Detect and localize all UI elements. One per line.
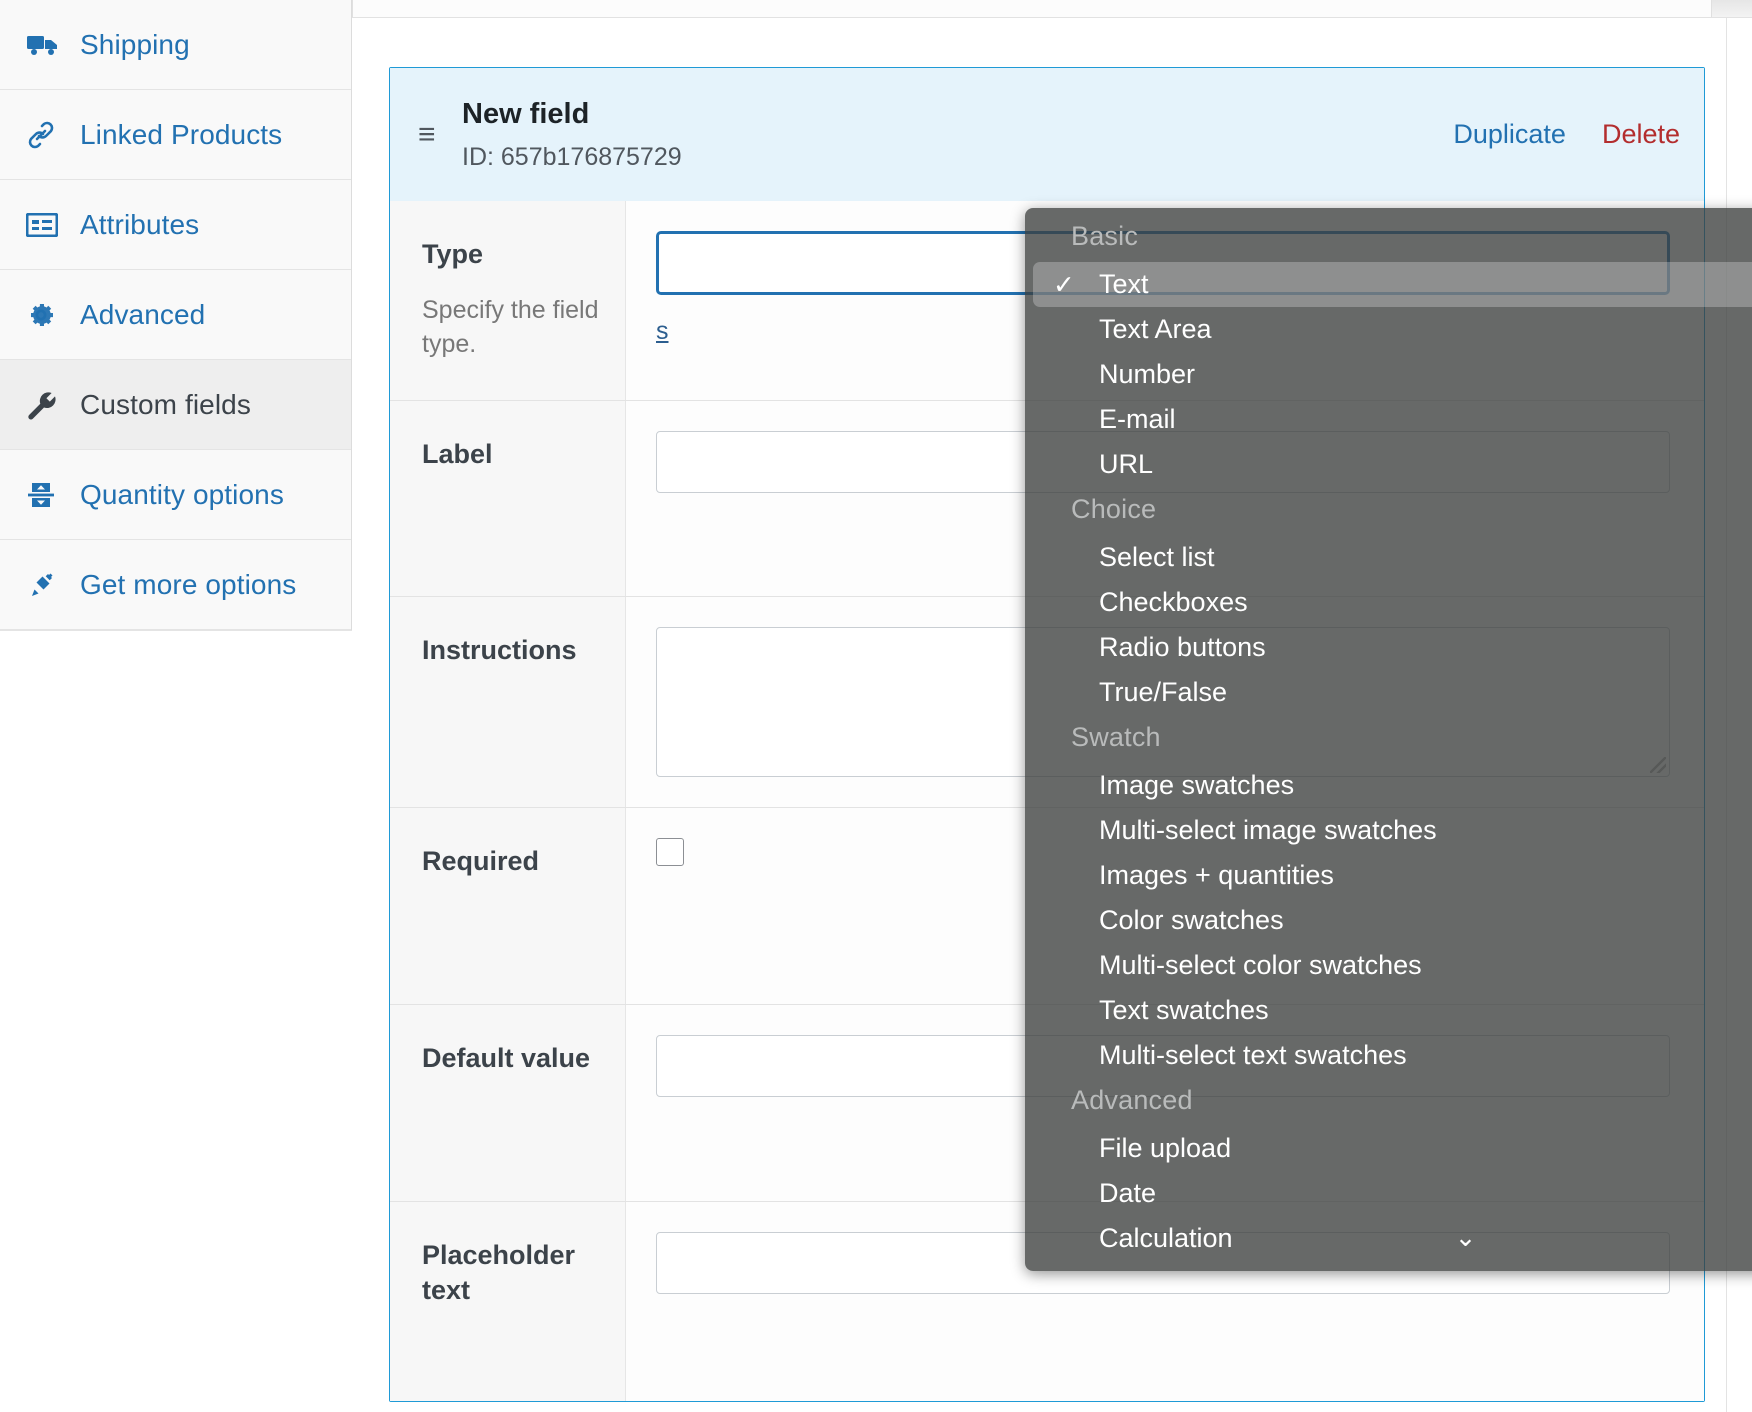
stepper-icon [26, 480, 64, 510]
dropdown-option-label: URL [1099, 451, 1153, 478]
field-row-label: Default value [422, 1041, 603, 1076]
field-row-label-cell: Label [390, 401, 626, 596]
dropdown-option-label: Text Area [1099, 316, 1212, 343]
app-root: Shipping Linked Products Attributes Advance… [0, 0, 1752, 1412]
dropdown-option-label: Radio buttons [1099, 634, 1266, 661]
sidebar-item-get-more-options[interactable]: Get more options [0, 540, 351, 630]
field-type-dropdown[interactable]: Basic ✓ Text Text Area Number E-mail URL Choice… [1025, 208, 1752, 1271]
dropdown-option-multi-select-image-swatches[interactable]: Multi-select image swatches [1025, 808, 1752, 853]
dropdown-option-radio-buttons[interactable]: Radio buttons [1025, 625, 1752, 670]
dropdown-option-true-false[interactable]: True/False [1025, 670, 1752, 715]
field-row-label-cell: Required [390, 808, 626, 1004]
dropdown-option-label: File upload [1099, 1135, 1231, 1162]
sidebar-item-advanced[interactable]: Advanced [0, 270, 351, 360]
field-row-label: Label [422, 437, 603, 472]
dropdown-option-checkboxes[interactable]: Checkboxes [1025, 580, 1752, 625]
dropdown-option-label: True/False [1099, 679, 1227, 706]
dropdown-option-url[interactable]: URL [1025, 442, 1752, 487]
dropdown-option-color-swatches[interactable]: Color swatches [1025, 898, 1752, 943]
sidebar-item-custom-fields[interactable]: Custom fields [0, 360, 351, 450]
list-box-icon [26, 210, 64, 240]
field-row-label-cell: Default value [390, 1005, 626, 1201]
field-row-label: Type [422, 237, 603, 272]
duplicate-button[interactable]: Duplicate [1453, 119, 1566, 150]
dropdown-option-text[interactable]: ✓ Text [1033, 262, 1752, 307]
required-checkbox[interactable] [656, 838, 684, 866]
dropdown-option-multi-select-color-swatches[interactable]: Multi-select color swatches [1025, 943, 1752, 988]
sidebar-item-label: Custom fields [80, 389, 251, 421]
field-card-header: ≡ New field ID: 657b176875729 Duplicate … [390, 68, 1704, 201]
dropdown-option-label: Color swatches [1099, 907, 1284, 934]
dropdown-group-label: Basic [1025, 214, 1752, 262]
dropdown-option-label: Number [1099, 361, 1195, 388]
dropdown-option-text-area[interactable]: Text Area [1025, 307, 1752, 352]
sidebar-item-label: Shipping [80, 29, 190, 61]
field-card-titles: New field ID: 657b176875729 [462, 98, 1453, 172]
sidebar-item-label: Attributes [80, 209, 199, 241]
dropdown-group-label: Advanced [1025, 1078, 1752, 1126]
dropdown-option-label: Multi-select text swatches [1099, 1042, 1407, 1069]
dropdown-option-multi-select-text-swatches[interactable]: Multi-select text swatches [1025, 1033, 1752, 1078]
sidebar-empty-area [0, 630, 352, 1412]
sidebar-item-shipping[interactable]: Shipping [0, 0, 351, 90]
dropdown-option-date[interactable]: Date [1025, 1171, 1752, 1216]
dropdown-option-image-swatches[interactable]: Image swatches [1025, 763, 1752, 808]
sidebar-item-label: Linked Products [80, 119, 282, 151]
sidebar-item-attributes[interactable]: Attributes [0, 180, 351, 270]
dropdown-option-text-swatches[interactable]: Text swatches [1025, 988, 1752, 1033]
truck-icon [26, 30, 64, 60]
sidebar-item-label: Get more options [80, 569, 296, 601]
dropdown-option-label: E-mail [1099, 406, 1176, 433]
delete-button[interactable]: Delete [1602, 119, 1680, 150]
dropdown-option-label: Text [1099, 271, 1149, 298]
field-row-label: Required [422, 844, 603, 879]
dropdown-option-label: Multi-select color swatches [1099, 952, 1422, 979]
dropdown-group-label: Swatch [1025, 715, 1752, 763]
field-type-help-link[interactable]: s [656, 317, 669, 346]
field-row-label: Instructions [422, 633, 603, 668]
check-icon: ✓ [1053, 271, 1075, 298]
gear-icon [26, 300, 64, 330]
product-data-sidebar: Shipping Linked Products Attributes Advance… [0, 0, 352, 1412]
dropdown-option-label: Image swatches [1099, 772, 1294, 799]
sidebar-item-quantity-options[interactable]: Quantity options [0, 450, 351, 540]
field-row-label-cell: Instructions [390, 597, 626, 807]
field-row-label-cell: Placeholder text [390, 1202, 626, 1401]
field-title: New field [462, 98, 1453, 131]
drag-handle-icon[interactable]: ≡ [418, 120, 462, 150]
field-card-actions: Duplicate Delete [1453, 119, 1680, 150]
link-icon [26, 120, 64, 150]
dropdown-option-label: Multi-select image swatches [1099, 817, 1437, 844]
dropdown-option-file-upload[interactable]: File upload [1025, 1126, 1752, 1171]
chevron-down-icon[interactable]: ⌄ [1025, 1222, 1752, 1253]
sidebar-item-label: Advanced [80, 299, 205, 331]
top-cutoff-panel [352, 0, 1712, 17]
dropdown-group-label: Choice [1025, 487, 1752, 535]
content-area: ≡ New field ID: 657b176875729 Duplicate … [353, 18, 1752, 1412]
field-row-label-cell: Type Specify the field type. [390, 201, 626, 400]
sidebar-item-label: Quantity options [80, 479, 284, 511]
dropdown-option-label: Images + quantities [1099, 862, 1334, 889]
dropdown-option-e-mail[interactable]: E-mail [1025, 397, 1752, 442]
dropdown-option-select-list[interactable]: Select list [1025, 535, 1752, 580]
dropdown-option-label: Date [1099, 1180, 1156, 1207]
dropdown-option-label: Select list [1099, 544, 1215, 571]
field-row-label: Placeholder text [422, 1238, 603, 1308]
sidebar-item-linked-products[interactable]: Linked Products [0, 90, 351, 180]
dropdown-option-number[interactable]: Number [1025, 352, 1752, 397]
dropdown-option-images-quantities[interactable]: Images + quantities [1025, 853, 1752, 898]
field-row-description: Specify the field type. [422, 294, 603, 362]
field-id: ID: 657b176875729 [462, 143, 1453, 172]
plugin-icon [26, 570, 64, 600]
wrench-icon [26, 390, 64, 420]
dropdown-option-label: Checkboxes [1099, 589, 1248, 616]
dropdown-option-label: Text swatches [1099, 997, 1269, 1024]
